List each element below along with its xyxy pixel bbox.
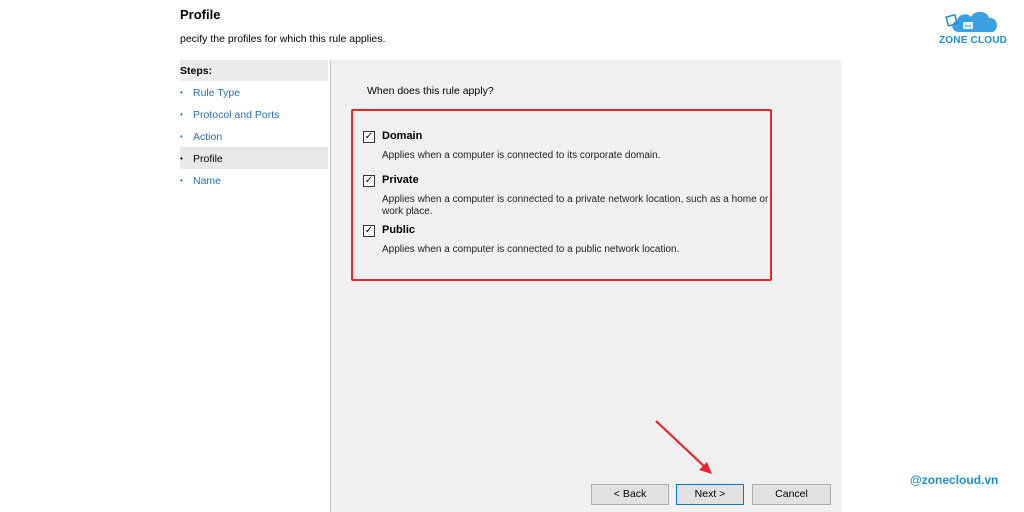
step-protocol-and-ports[interactable]: • Protocol and Ports [180, 103, 328, 125]
next-button[interactable]: Next > [676, 484, 744, 505]
private-description: Applies when a computer is connected to … [382, 194, 769, 217]
page-subtitle: pecify the profiles for which this rule … [180, 33, 386, 45]
domain-description: Applies when a computer is connected to … [382, 150, 661, 161]
pointer-arrow-icon [655, 420, 712, 474]
step-rule-type[interactable]: • Rule Type [180, 81, 328, 103]
back-button[interactable]: < Back [591, 484, 669, 505]
step-bullet-icon: • [180, 110, 183, 119]
social-handle: @zonecloud.vn [910, 473, 999, 487]
step-name[interactable]: • Name [180, 169, 328, 191]
step-label: Name [193, 175, 222, 187]
step-bullet-icon: • [180, 176, 183, 185]
steps-header: Steps: [180, 60, 328, 81]
step-bullet-icon: • [180, 132, 183, 141]
private-label[interactable]: Private [382, 174, 419, 186]
steps-panel: Steps: • Rule Type • Protocol and Ports … [180, 60, 328, 512]
step-label: Rule Type [193, 87, 241, 99]
step-action[interactable]: • Action [180, 125, 328, 147]
step-profile[interactable]: • Profile [180, 147, 328, 169]
private-checkbox[interactable]: ✓ [363, 175, 375, 187]
step-bullet-icon: • [180, 88, 183, 97]
public-label[interactable]: Public [382, 224, 415, 236]
step-bullet-icon: • [180, 154, 183, 163]
page-title: Profile [180, 7, 221, 22]
logo-text: ZONE CLOUD [939, 35, 1008, 46]
step-label: Protocol and Ports [193, 109, 280, 121]
main-panel: When does this rule apply? ✓ Domain Appl… [331, 60, 841, 512]
step-label: Action [193, 131, 223, 143]
public-checkbox[interactable]: ✓ [363, 225, 375, 237]
domain-label[interactable]: Domain [382, 130, 422, 142]
question-text: When does this rule apply? [367, 85, 494, 97]
cancel-button[interactable]: Cancel [752, 484, 831, 505]
domain-checkbox[interactable]: ✓ [363, 131, 375, 143]
public-description: Applies when a computer is connected to … [382, 244, 680, 255]
step-label: Profile [193, 153, 223, 165]
